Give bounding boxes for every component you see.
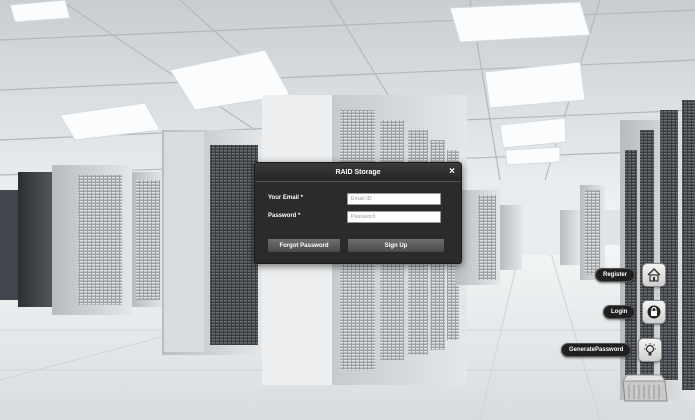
password-label: Password * xyxy=(268,213,301,219)
login-button[interactable]: Login xyxy=(603,305,636,319)
email-row: Your Email * xyxy=(255,193,461,207)
generate-password-menu-item[interactable]: GeneratePassword xyxy=(561,338,663,362)
register-menu-item[interactable]: Register xyxy=(595,263,667,287)
home-icon[interactable] xyxy=(642,263,667,287)
email-label: Your Email * xyxy=(268,195,303,201)
lock-icon[interactable] xyxy=(642,300,667,324)
sign-up-button[interactable]: Sign Up xyxy=(347,238,445,253)
lightbulb-icon[interactable] xyxy=(638,338,663,362)
password-row: Password * xyxy=(255,211,461,225)
register-button[interactable]: Register xyxy=(595,268,636,282)
dialog-title: RAID Storage xyxy=(335,168,381,176)
password-input[interactable] xyxy=(347,211,441,223)
raid-storage-login-dialog: RAID Storage × Your Email * Password * F… xyxy=(254,162,462,264)
hard-drive-icon xyxy=(622,374,668,402)
email-input[interactable] xyxy=(347,193,441,205)
close-icon[interactable]: × xyxy=(449,166,455,178)
generate-password-button[interactable]: GeneratePassword xyxy=(561,343,632,357)
login-menu-item[interactable]: Login xyxy=(603,300,667,324)
forgot-password-button[interactable]: Forgot Password xyxy=(267,238,341,253)
dialog-header: RAID Storage × xyxy=(255,163,461,182)
